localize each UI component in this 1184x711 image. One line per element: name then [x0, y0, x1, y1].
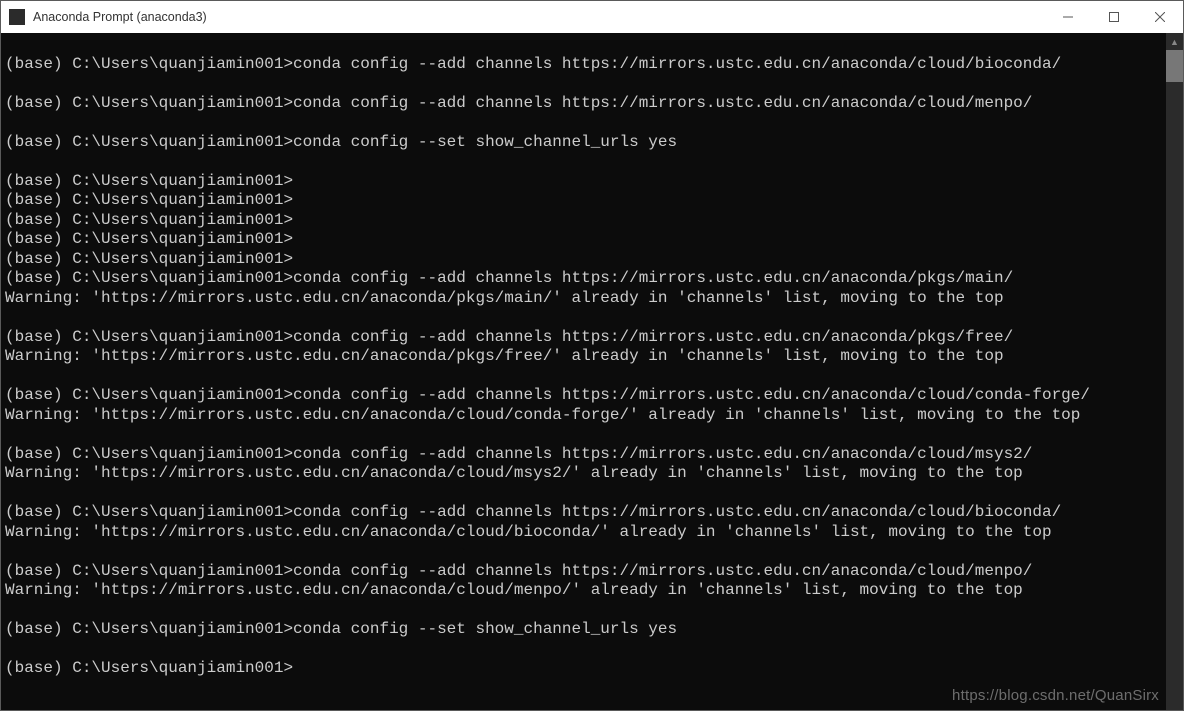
terminal-line: (base) C:\Users\quanjiamin001>conda conf… [5, 133, 1162, 153]
terminal-line: (base) C:\Users\quanjiamin001>conda conf… [5, 94, 1162, 114]
terminal-line: (base) C:\Users\quanjiamin001> [5, 250, 1162, 270]
terminal-output[interactable]: (base) C:\Users\quanjiamin001>conda conf… [1, 33, 1166, 710]
maximize-button[interactable] [1091, 1, 1137, 33]
scroll-thumb[interactable] [1166, 50, 1183, 82]
client-area: (base) C:\Users\quanjiamin001>conda conf… [1, 33, 1183, 710]
scroll-up-arrow-icon[interactable]: ▲ [1166, 33, 1183, 50]
vertical-scrollbar[interactable]: ▲ [1166, 33, 1183, 710]
minimize-icon [1063, 12, 1073, 22]
terminal-line [5, 425, 1162, 445]
terminal-line: Warning: 'https://mirrors.ustc.edu.cn/an… [5, 581, 1162, 601]
close-icon [1155, 12, 1165, 22]
terminal-line: (base) C:\Users\quanjiamin001>conda conf… [5, 269, 1162, 289]
terminal-line [5, 601, 1162, 621]
terminal-line: (base) C:\Users\quanjiamin001> [5, 172, 1162, 192]
terminal-line [5, 35, 1162, 55]
terminal-line: (base) C:\Users\quanjiamin001> [5, 659, 1162, 679]
terminal-line [5, 367, 1162, 387]
terminal-line [5, 74, 1162, 94]
maximize-icon [1109, 12, 1119, 22]
window-title: Anaconda Prompt (anaconda3) [33, 10, 1045, 24]
terminal-line: (base) C:\Users\quanjiamin001> [5, 191, 1162, 211]
terminal-line: Warning: 'https://mirrors.ustc.edu.cn/an… [5, 406, 1162, 426]
terminal-line: (base) C:\Users\quanjiamin001>conda conf… [5, 620, 1162, 640]
terminal-line: (base) C:\Users\quanjiamin001>conda conf… [5, 562, 1162, 582]
terminal-line: (base) C:\Users\quanjiamin001> [5, 230, 1162, 250]
terminal-line: Warning: 'https://mirrors.ustc.edu.cn/an… [5, 347, 1162, 367]
terminal-line [5, 308, 1162, 328]
app-icon [9, 9, 25, 25]
terminal-line: (base) C:\Users\quanjiamin001> [5, 211, 1162, 231]
terminal-line: (base) C:\Users\quanjiamin001>conda conf… [5, 55, 1162, 75]
close-button[interactable] [1137, 1, 1183, 33]
terminal-line [5, 484, 1162, 504]
terminal-line: (base) C:\Users\quanjiamin001>conda conf… [5, 503, 1162, 523]
terminal-line: Warning: 'https://mirrors.ustc.edu.cn/an… [5, 464, 1162, 484]
terminal-line [5, 640, 1162, 660]
app-window: Anaconda Prompt (anaconda3) (base) C:\Us… [0, 0, 1184, 711]
minimize-button[interactable] [1045, 1, 1091, 33]
terminal-line: (base) C:\Users\quanjiamin001>conda conf… [5, 445, 1162, 465]
window-controls [1045, 1, 1183, 33]
terminal-line [5, 113, 1162, 133]
terminal-line [5, 542, 1162, 562]
terminal-line [5, 152, 1162, 172]
terminal-line: Warning: 'https://mirrors.ustc.edu.cn/an… [5, 289, 1162, 309]
terminal-line: (base) C:\Users\quanjiamin001>conda conf… [5, 328, 1162, 348]
terminal-line: (base) C:\Users\quanjiamin001>conda conf… [5, 386, 1162, 406]
titlebar[interactable]: Anaconda Prompt (anaconda3) [1, 1, 1183, 33]
terminal-line: Warning: 'https://mirrors.ustc.edu.cn/an… [5, 523, 1162, 543]
